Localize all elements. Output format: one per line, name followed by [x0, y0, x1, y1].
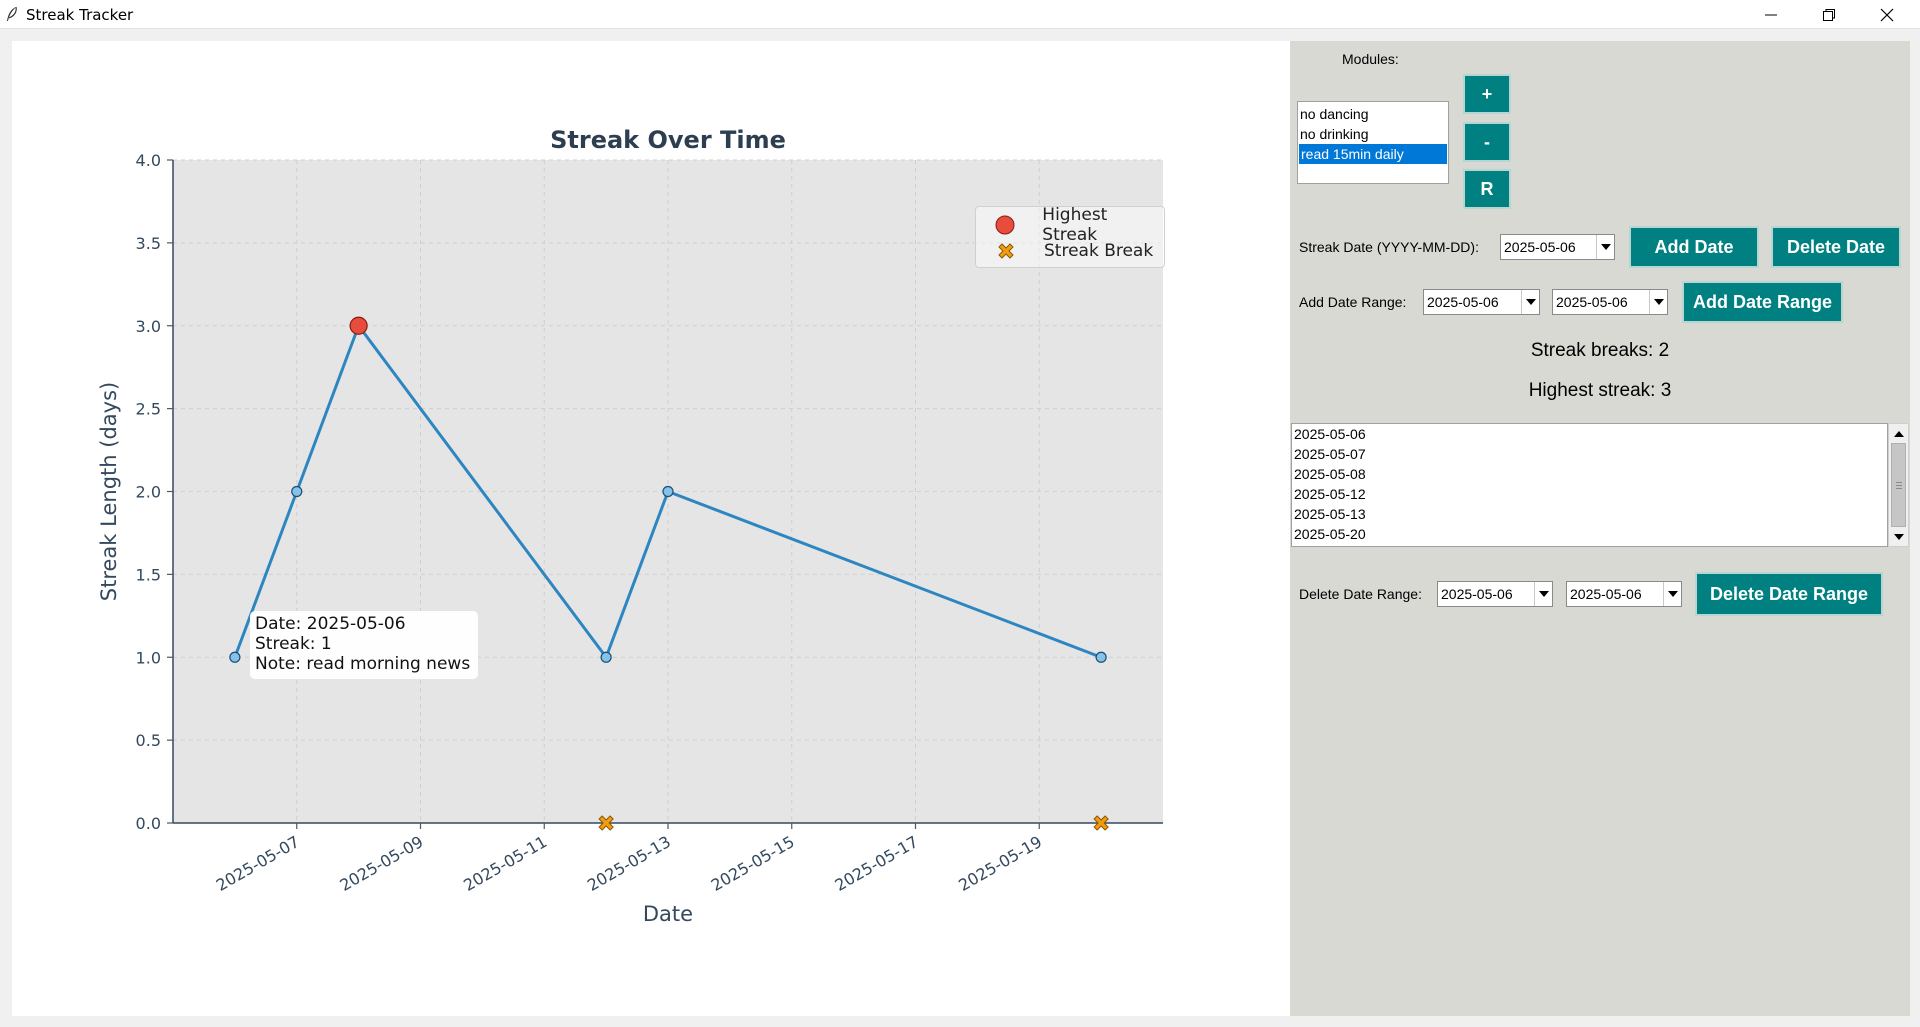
y-tick-label: 3.0 [136, 317, 161, 336]
point-tooltip: Date: 2025-05-06 Streak: 1 Note: read mo… [250, 611, 478, 679]
dropdown-arrow-icon[interactable] [1521, 290, 1539, 314]
module-item[interactable]: no dancing [1298, 104, 1448, 124]
delete-date-button[interactable]: Delete Date [1771, 226, 1901, 268]
add-range-start-combobox[interactable]: 2025-05-06 [1423, 289, 1540, 315]
date-item[interactable]: 2025-05-12 [1292, 484, 1887, 504]
dropdown-arrow-icon[interactable] [1663, 582, 1681, 606]
tooltip-date: Date: 2025-05-06 [255, 614, 406, 634]
y-tick-label: 3.5 [136, 234, 161, 253]
close-button[interactable] [1858, 0, 1916, 29]
dropdown-arrow-icon[interactable] [1534, 582, 1552, 606]
restore-button[interactable] [1800, 0, 1858, 29]
y-tick-label: 1.0 [136, 648, 161, 667]
date-item[interactable]: 2025-05-13 [1292, 504, 1887, 524]
add-range-end-combobox[interactable]: 2025-05-06 [1552, 289, 1668, 315]
window-title: Streak Tracker [26, 6, 134, 24]
title-bar: Streak Tracker [0, 0, 1920, 29]
x-axis-label: Date [643, 902, 693, 926]
module-item-selected[interactable]: read 15min daily [1299, 144, 1447, 164]
tooltip-streak: Streak: 1 [255, 634, 332, 654]
data-point [1095, 651, 1107, 663]
x-tick-label: 2025-05-11 [460, 832, 550, 895]
tooltip-note: Note: read morning news [255, 654, 471, 674]
add-module-button[interactable]: + [1463, 74, 1511, 114]
dropdown-arrow-icon[interactable] [1596, 235, 1614, 259]
add-range-start-value: 2025-05-06 [1427, 294, 1499, 310]
modules-listbox[interactable]: no dancing no drinking read 15min daily [1297, 101, 1449, 184]
streak-date-value: 2025-05-06 [1504, 239, 1576, 255]
y-tick-label: 2.0 [136, 483, 161, 502]
y-axis-label: Streak Length (days) [97, 382, 121, 601]
delete-range-end-combobox[interactable]: 2025-05-06 [1566, 581, 1682, 607]
remove-module-button[interactable]: - [1463, 122, 1511, 162]
delete-date-range-button[interactable]: Delete Date Range [1695, 572, 1883, 616]
minimize-button[interactable] [1742, 0, 1800, 29]
add-date-range-button[interactable]: Add Date Range [1682, 281, 1843, 323]
y-tick-label: 1.5 [136, 565, 161, 584]
y-tick-label: 4.0 [136, 151, 161, 170]
x-tick-label: 2025-05-09 [336, 832, 426, 895]
data-point [291, 485, 303, 498]
date-item[interactable]: 2025-05-08 [1292, 464, 1887, 484]
data-point [229, 651, 241, 663]
legend-item-highest-streak: Highest Streak [976, 205, 1164, 245]
streak-date-label: Streak Date (YYYY-MM-DD): [1299, 239, 1479, 255]
restore-icon [1823, 8, 1835, 21]
streak-date-combobox[interactable]: 2025-05-06 [1500, 234, 1615, 260]
minimize-icon [1765, 14, 1777, 15]
delete-range-start-value: 2025-05-06 [1441, 586, 1513, 602]
y-tick-label: 0.0 [136, 814, 161, 833]
y-tick-label: 0.5 [136, 731, 161, 750]
streak-breaks-text: Streak breaks: 2 [1530, 340, 1670, 361]
scroll-up-icon[interactable] [1890, 425, 1907, 442]
x-tick-label: 2025-05-19 [955, 832, 1045, 895]
x-tick-label: 2025-05-15 [708, 832, 798, 895]
legend-item-streak-break: Streak Break [976, 239, 1153, 263]
highest-streak-marker [349, 316, 368, 335]
date-item[interactable]: 2025-05-07 [1292, 444, 1887, 464]
data-point [662, 485, 674, 498]
red-circle-icon [995, 215, 1015, 235]
close-icon [1880, 8, 1894, 21]
date-item[interactable]: 2025-05-20 [1292, 524, 1887, 544]
x-marker-icon [998, 243, 1014, 259]
delete-range-end-value: 2025-05-06 [1570, 586, 1642, 602]
dates-listbox[interactable]: 2025-05-06 2025-05-07 2025-05-08 2025-05… [1291, 423, 1888, 547]
delete-range-label: Delete Date Range: [1299, 586, 1422, 602]
x-tick-label: 2025-05-13 [584, 832, 674, 895]
module-item[interactable]: no drinking [1298, 124, 1448, 144]
x-tick-label: 2025-05-07 [213, 832, 303, 895]
dates-scrollbar[interactable] [1888, 423, 1909, 547]
control-panel: Modules: no dancing no drinking read 15m… [1290, 41, 1910, 1016]
scrollbar-thumb[interactable] [1891, 443, 1906, 527]
rename-module-button[interactable]: R [1463, 169, 1511, 209]
y-tick-label: 2.5 [136, 400, 161, 419]
streak-chart: 0.0 0.5 1.0 1.5 2.0 2.5 3.0 3.5 4.0 2025-05-07 202… [97, 126, 1163, 926]
date-item[interactable]: 2025-05-06 [1292, 424, 1887, 444]
chart-legend: Highest Streak Streak Break [975, 205, 1165, 268]
dropdown-arrow-icon[interactable] [1649, 290, 1667, 314]
modules-label: Modules: [1342, 51, 1399, 67]
delete-range-start-combobox[interactable]: 2025-05-06 [1437, 581, 1553, 607]
data-point [600, 651, 612, 663]
feather-icon [7, 6, 17, 21]
add-range-end-value: 2025-05-06 [1556, 294, 1628, 310]
legend-label: Streak Break [1044, 241, 1154, 261]
add-range-label: Add Date Range: [1299, 294, 1407, 310]
chart-title: Streak Over Time [550, 126, 786, 154]
add-date-button[interactable]: Add Date [1629, 226, 1759, 268]
x-tick-label: 2025-05-17 [831, 832, 921, 895]
chart-panel: 0.0 0.5 1.0 1.5 2.0 2.5 3.0 3.5 4.0 2025-05-07 202… [12, 41, 1290, 1016]
highest-streak-text: Highest streak: 3 [1528, 380, 1672, 401]
scroll-down-icon[interactable] [1890, 528, 1907, 545]
